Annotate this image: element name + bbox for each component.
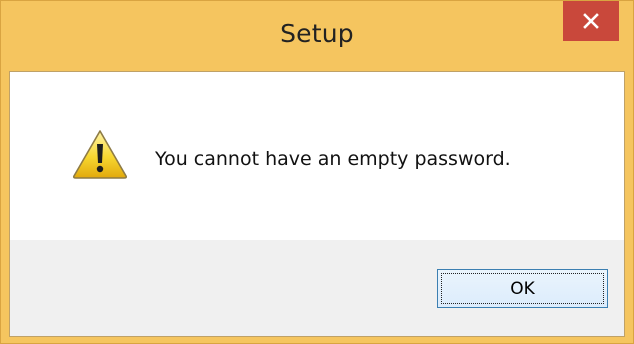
window-title: Setup xyxy=(280,19,354,48)
ok-button-label: OK xyxy=(510,279,535,299)
button-bar: OK xyxy=(10,240,624,336)
message-text: You cannot have an empty password. xyxy=(155,148,511,170)
title-bar[interactable]: Setup xyxy=(1,1,633,71)
message-area: You cannot have an empty password. xyxy=(10,72,624,240)
ok-button[interactable]: OK xyxy=(437,269,608,308)
setup-dialog-window: Setup You cannot have an empty password.… xyxy=(0,0,634,344)
dialog-client-area: You cannot have an empty password. OK xyxy=(9,71,625,337)
close-icon xyxy=(583,13,599,29)
close-button[interactable] xyxy=(563,1,619,41)
warning-icon xyxy=(72,130,128,179)
